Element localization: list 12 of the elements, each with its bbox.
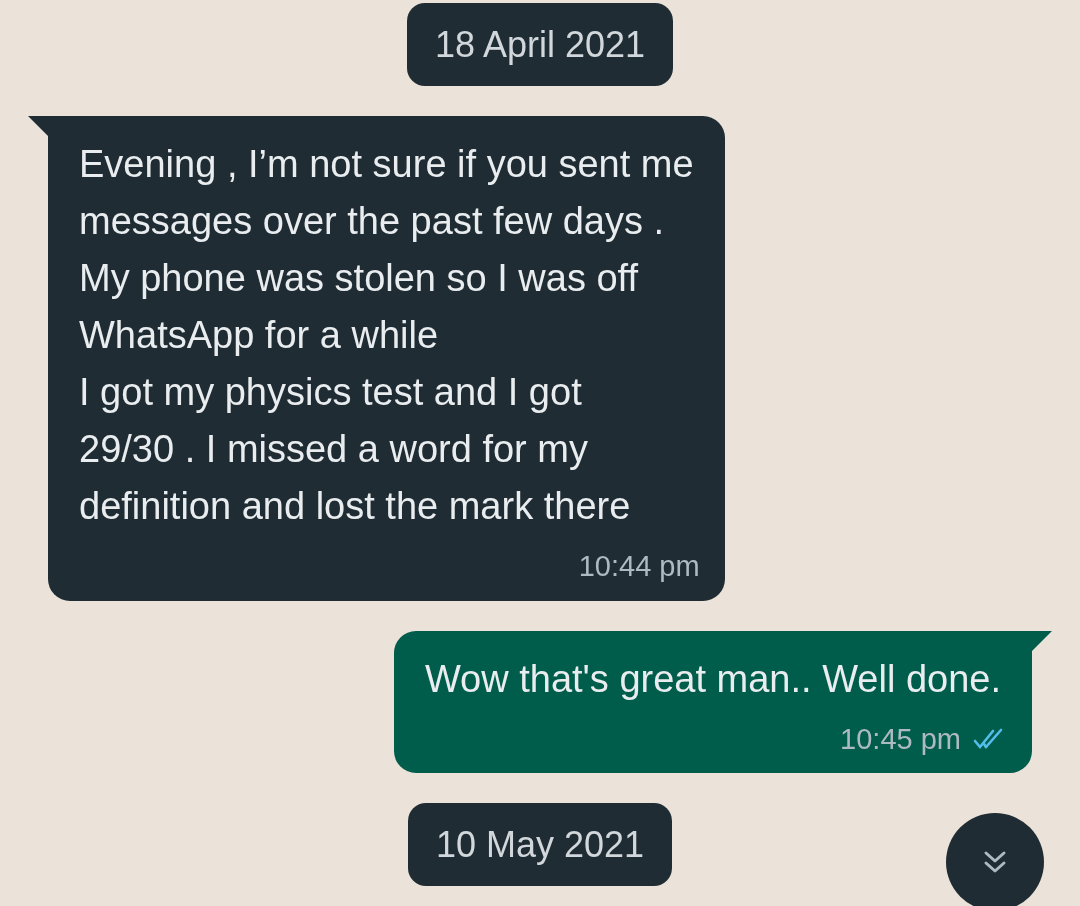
message-text-line: definition and lost the mark there <box>79 484 632 529</box>
message-text-line: 29/30 . I missed a word for my <box>79 427 589 472</box>
message-text-line: messages over the past few days . <box>79 199 666 244</box>
date-chip: 10 May 2021 <box>407 803 673 886</box>
message-text-line: Wow that's great man.. Well done. <box>424 656 1001 702</box>
message-time: 10:45 pm <box>840 721 961 757</box>
message-text-line: Evening , I’m not sure if you sent me <box>79 142 694 187</box>
message-text-line: I got my physics test and I got <box>79 370 583 415</box>
message-text-line: WhatsApp for a while <box>79 313 440 358</box>
message-text-line: My phone was stolen so I was off <box>79 256 640 301</box>
date-chip: 18 April 2021 <box>406 3 674 86</box>
message-time: 10:44 pm <box>578 549 700 584</box>
